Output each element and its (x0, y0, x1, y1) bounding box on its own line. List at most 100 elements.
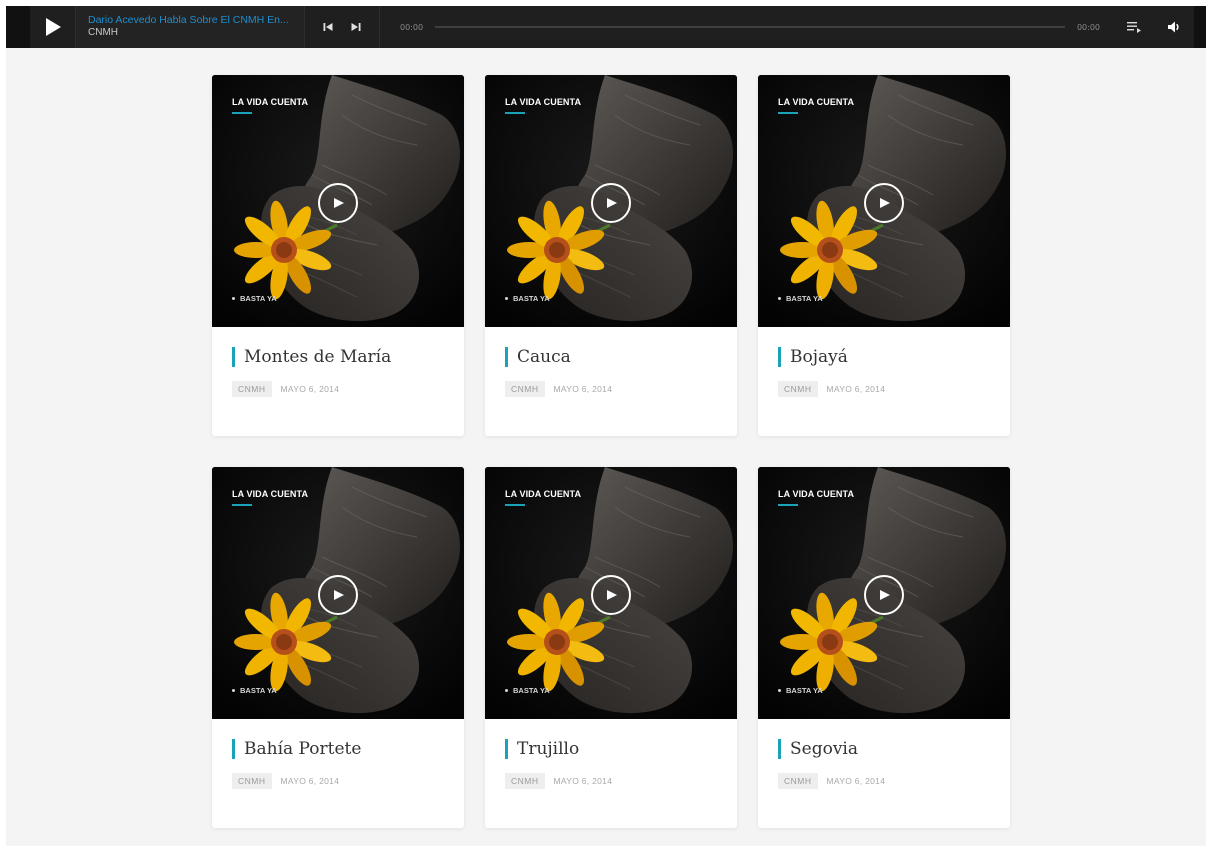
card-info: Cauca CNMH MAYO 6, 2014 (485, 327, 737, 397)
title-accent-bar (232, 347, 235, 367)
card-title-row: Montes de María (232, 347, 444, 367)
card-author-badge[interactable]: CNMH (505, 381, 545, 397)
play-icon (334, 198, 344, 208)
card-author-badge[interactable]: CNMH (232, 773, 272, 789)
card-category[interactable]: LA VIDA CUENTA (232, 489, 308, 499)
card-meta: CNMH MAYO 6, 2014 (778, 381, 990, 397)
track-info[interactable]: Dario Acevedo Habla Sobre El CNMH En... … (76, 6, 304, 48)
category-underline (505, 504, 525, 506)
card-author-badge[interactable]: CNMH (505, 773, 545, 789)
card-tag-label[interactable]: BASTA YA (513, 294, 550, 303)
player-play-button[interactable] (30, 6, 76, 48)
playlist-button[interactable] (1114, 6, 1154, 48)
card-tag-label[interactable]: BASTA YA (513, 686, 550, 695)
bullet-dot (505, 297, 508, 300)
card-meta: CNMH MAYO 6, 2014 (232, 381, 444, 397)
card-title-row: Bojayá (778, 347, 990, 367)
card-date: MAYO 6, 2014 (280, 384, 340, 394)
player-left-edge (6, 6, 30, 48)
card-date: MAYO 6, 2014 (553, 384, 613, 394)
card-title-row: Cauca (505, 347, 717, 367)
bullet-dot (778, 297, 781, 300)
play-icon (607, 590, 617, 600)
audio-card[interactable]: LA VIDA CUENTA BASTA YA Bojayá CNMH MAYO… (758, 75, 1010, 436)
card-title[interactable]: Cauca (517, 347, 571, 367)
card-thumbnail[interactable]: LA VIDA CUENTA BASTA YA (485, 75, 737, 327)
card-title-row: Segovia (778, 739, 990, 759)
card-title[interactable]: Segovia (790, 739, 858, 759)
audio-player: Dario Acevedo Habla Sobre El CNMH En... … (6, 6, 1206, 48)
card-category[interactable]: LA VIDA CUENTA (505, 489, 581, 499)
card-thumbnail[interactable]: LA VIDA CUENTA BASTA YA (758, 75, 1010, 327)
card-info: Bojayá CNMH MAYO 6, 2014 (758, 327, 1010, 397)
play-icon (607, 198, 617, 208)
card-tag-label[interactable]: BASTA YA (786, 686, 823, 695)
title-accent-bar (232, 739, 235, 759)
card-play-button[interactable] (591, 183, 631, 223)
card-tag-label[interactable]: BASTA YA (240, 294, 277, 303)
bullet-dot (232, 689, 235, 692)
play-icon (880, 590, 890, 600)
card-author-badge[interactable]: CNMH (778, 773, 818, 789)
current-time: 00:00 (400, 22, 424, 32)
card-tag[interactable]: BASTA YA (232, 294, 277, 303)
volume-icon (1168, 21, 1179, 33)
card-title[interactable]: Montes de María (244, 347, 391, 367)
card-thumbnail[interactable]: LA VIDA CUENTA BASTA YA (212, 467, 464, 719)
card-author-badge[interactable]: CNMH (778, 381, 818, 397)
volume-button[interactable] (1154, 6, 1194, 48)
card-title[interactable]: Bojayá (790, 347, 848, 367)
card-title[interactable]: Trujillo (517, 739, 579, 759)
card-tag[interactable]: BASTA YA (505, 686, 550, 695)
card-play-button[interactable] (864, 183, 904, 223)
card-grid: LA VIDA CUENTA BASTA YA Montes de María … (212, 75, 1010, 828)
category-underline (232, 504, 252, 506)
card-category[interactable]: LA VIDA CUENTA (778, 489, 854, 499)
bullet-dot (778, 689, 781, 692)
card-play-button[interactable] (318, 575, 358, 615)
card-title[interactable]: Bahía Portete (244, 739, 361, 759)
progress-area: 00:00 00:00 (380, 6, 1114, 48)
audio-card[interactable]: LA VIDA CUENTA BASTA YA Trujillo CNMH MA… (485, 467, 737, 828)
play-icon (880, 198, 890, 208)
card-author-badge[interactable]: CNMH (232, 381, 272, 397)
category-underline (778, 112, 798, 114)
card-tag[interactable]: BASTA YA (778, 294, 823, 303)
card-date: MAYO 6, 2014 (826, 384, 886, 394)
card-thumbnail[interactable]: LA VIDA CUENTA BASTA YA (485, 467, 737, 719)
card-tag[interactable]: BASTA YA (232, 686, 277, 695)
card-tag[interactable]: BASTA YA (778, 686, 823, 695)
playlist-icon (1127, 22, 1141, 33)
audio-card[interactable]: LA VIDA CUENTA BASTA YA Montes de María … (212, 75, 464, 436)
card-category[interactable]: LA VIDA CUENTA (232, 97, 308, 107)
card-thumbnail[interactable]: LA VIDA CUENTA BASTA YA (758, 467, 1010, 719)
skip-next-icon[interactable] (351, 22, 361, 32)
card-info: Trujillo CNMH MAYO 6, 2014 (485, 719, 737, 789)
card-tag[interactable]: BASTA YA (505, 294, 550, 303)
card-date: MAYO 6, 2014 (553, 776, 613, 786)
card-date: MAYO 6, 2014 (280, 776, 340, 786)
play-icon (45, 18, 61, 36)
card-play-button[interactable] (864, 575, 904, 615)
track-artist: CNMH (88, 27, 118, 39)
card-info: Montes de María CNMH MAYO 6, 2014 (212, 327, 464, 397)
card-play-button[interactable] (318, 183, 358, 223)
card-meta: CNMH MAYO 6, 2014 (505, 381, 717, 397)
audio-card[interactable]: LA VIDA CUENTA BASTA YA Cauca CNMH MAYO … (485, 75, 737, 436)
card-play-button[interactable] (591, 575, 631, 615)
card-category[interactable]: LA VIDA CUENTA (505, 97, 581, 107)
audio-card[interactable]: LA VIDA CUENTA BASTA YA Bahía Portete CN… (212, 467, 464, 828)
progress-bar[interactable] (435, 26, 1065, 28)
title-accent-bar (505, 347, 508, 367)
track-title[interactable]: Dario Acevedo Habla Sobre El CNMH En... (88, 14, 292, 27)
card-tag-label[interactable]: BASTA YA (240, 686, 277, 695)
audio-card[interactable]: LA VIDA CUENTA BASTA YA Segovia CNMH MAY… (758, 467, 1010, 828)
transport-controls (304, 6, 380, 48)
category-underline (505, 112, 525, 114)
card-thumbnail[interactable]: LA VIDA CUENTA BASTA YA (212, 75, 464, 327)
card-tag-label[interactable]: BASTA YA (786, 294, 823, 303)
skip-previous-icon[interactable] (323, 22, 333, 32)
card-meta: CNMH MAYO 6, 2014 (778, 773, 990, 789)
card-title-row: Bahía Portete (232, 739, 444, 759)
card-category[interactable]: LA VIDA CUENTA (778, 97, 854, 107)
